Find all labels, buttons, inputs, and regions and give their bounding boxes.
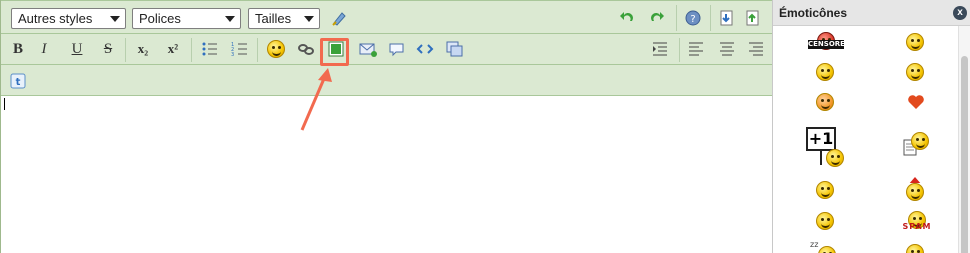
code-icon	[416, 44, 434, 54]
media-icon	[446, 41, 463, 57]
numbered-list-button[interactable]: 123	[229, 38, 251, 60]
strikethrough-button[interactable]: S	[97, 38, 119, 60]
bullet-list-button[interactable]	[199, 38, 221, 60]
censored-label: CENSORED	[808, 40, 851, 49]
editor-content[interactable]	[1, 96, 773, 253]
bold-button[interactable]: B	[7, 38, 29, 60]
sizes-select[interactable]: Tailles	[248, 8, 320, 29]
emoticon-neutral[interactable]	[906, 63, 924, 81]
emoticon-cool[interactable]	[816, 181, 834, 199]
align-right-button[interactable]	[745, 38, 767, 60]
redo-button[interactable]	[646, 7, 668, 29]
speech-bubble-icon	[389, 43, 404, 57]
link-button[interactable]	[295, 38, 317, 60]
separator	[679, 38, 680, 62]
email-icon	[359, 43, 377, 57]
emoticon-big-grin[interactable]	[906, 33, 924, 51]
quote-button[interactable]	[386, 38, 408, 60]
emoticon-censored[interactable]: CENSORED	[808, 32, 851, 50]
superscript-button[interactable]: x²	[162, 38, 184, 60]
separator	[710, 5, 711, 31]
subscript-button[interactable]: x₂	[132, 38, 154, 60]
smiley-icon	[911, 132, 929, 150]
plus-one-sign: +1	[806, 127, 836, 151]
fonts-select[interactable]: Polices	[132, 8, 241, 29]
smiley-icon	[906, 183, 924, 201]
editor: Autres styles Polices Tailles ? B I U S …	[0, 0, 773, 253]
panel-title: Émoticônes	[779, 6, 848, 20]
align-center-icon	[720, 42, 734, 56]
bullet-list-icon	[202, 42, 217, 56]
help-icon: ?	[685, 10, 701, 26]
chevron-down-icon	[110, 16, 120, 22]
align-left-icon	[689, 42, 703, 56]
smiley-icon	[906, 244, 924, 253]
chevron-down-icon	[225, 16, 235, 22]
indent-button[interactable]	[649, 38, 671, 60]
emoticon-smile[interactable]	[816, 63, 834, 81]
emoticon-sleepy[interactable]: zz	[810, 240, 838, 253]
brush-icon	[332, 12, 346, 26]
emoticon-sad[interactable]	[816, 212, 834, 230]
emoticon-partial[interactable]	[906, 244, 924, 253]
undo-icon	[620, 12, 633, 21]
align-left-button[interactable]	[685, 38, 707, 60]
undo-button[interactable]	[616, 7, 638, 29]
scrollbar-thumb[interactable]	[961, 56, 968, 253]
twitter-button[interactable]: t	[7, 70, 29, 92]
separator	[676, 5, 677, 31]
chevron-down-icon	[304, 16, 314, 22]
annotation-arrow-icon	[300, 68, 332, 131]
emoticon-santa[interactable]	[904, 176, 926, 201]
twitter-icon: t	[10, 73, 26, 89]
clear-format-button[interactable]	[328, 7, 350, 29]
download-icon	[720, 10, 733, 26]
sign-stick	[820, 151, 822, 165]
emoticon-blush[interactable]	[816, 93, 834, 111]
emoticon-button[interactable]	[265, 38, 287, 60]
code-button[interactable]	[414, 38, 436, 60]
scrollbar[interactable]	[958, 26, 970, 253]
media-button[interactable]	[444, 38, 466, 60]
italic-button[interactable]: I	[33, 38, 55, 60]
smiley-icon	[267, 40, 285, 58]
align-center-button[interactable]	[716, 38, 738, 60]
styles-select-label: Autres styles	[18, 11, 93, 26]
text-caret	[4, 98, 5, 110]
link-icon	[298, 44, 314, 55]
fonts-select-label: Polices	[139, 11, 181, 26]
upload-button[interactable]	[742, 7, 764, 29]
styles-select[interactable]: Autres styles	[11, 8, 126, 29]
indent-icon	[653, 42, 667, 56]
zz-icon: zz	[810, 240, 819, 249]
emoticon-clipboard[interactable]	[903, 132, 933, 160]
emoticons-panel: Émoticônes x CENSORED +1 SPAM zz	[772, 0, 970, 253]
redo-icon	[651, 12, 664, 21]
separator	[125, 38, 126, 62]
svg-text:?: ?	[690, 14, 695, 25]
emoticon-heart[interactable]	[907, 94, 925, 110]
help-button[interactable]: ?	[682, 7, 704, 29]
spam-label: SPAM	[902, 222, 932, 231]
smiley-icon	[818, 246, 836, 253]
numbered-list-icon: 123	[231, 42, 247, 57]
close-icon[interactable]: x	[953, 6, 967, 20]
separator	[191, 38, 192, 62]
upload-icon	[746, 10, 759, 26]
toolbar-row-3: t	[1, 65, 773, 96]
align-right-icon	[749, 42, 763, 56]
download-button[interactable]	[716, 7, 738, 29]
panel-header: Émoticônes x	[773, 0, 970, 26]
sizes-select-label: Tailles	[255, 11, 292, 26]
svg-text:t: t	[16, 77, 21, 88]
underline-button[interactable]: U	[66, 38, 88, 60]
toolbar-row-1: Autres styles Polices Tailles ?	[1, 0, 773, 34]
email-button[interactable]	[357, 38, 379, 60]
toolbar-row-2: B I U S x₂ x² 123	[1, 34, 773, 65]
separator	[257, 38, 258, 62]
svg-text:3: 3	[231, 52, 234, 57]
smiley-icon	[826, 149, 844, 167]
emoticon-spam[interactable]: SPAM	[901, 211, 933, 235]
emoticon-plus-one[interactable]: +1	[806, 127, 848, 169]
